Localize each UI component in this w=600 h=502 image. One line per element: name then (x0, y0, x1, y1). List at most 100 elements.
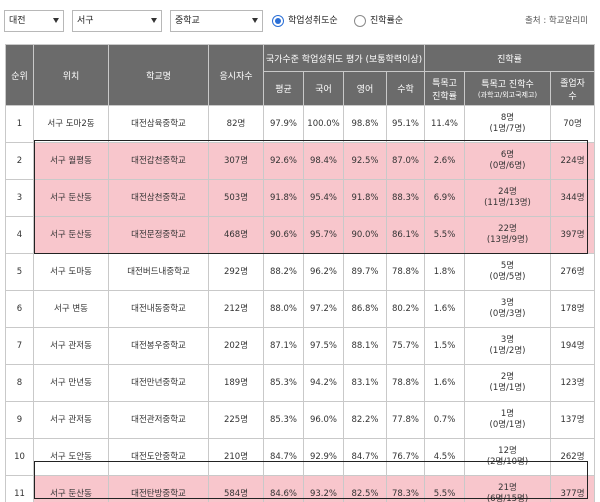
row-school: 대전갑천중학교 (108, 142, 209, 180)
special-count-total: 5명 (500, 261, 515, 271)
row-english: 83.1% (343, 364, 387, 402)
special-count-total: 21명 (498, 483, 517, 493)
sort-achievement-label[interactable]: 학업성취도순 (288, 15, 338, 27)
row-special-rate: 0.7% (424, 401, 465, 439)
row-english: 88.1% (343, 327, 387, 365)
row-applicants: 503명 (208, 179, 264, 217)
special-count-detail: (0명/6명) (489, 161, 526, 171)
row-math: 77.8% (386, 401, 425, 439)
sort-achievement-radio[interactable] (272, 15, 284, 27)
special-count-detail: (1명/2명) (489, 346, 526, 356)
special-count-total: 22명 (498, 224, 517, 234)
table-row: 9 서구 관저동 대전관저중학교 225명 85.3% 96.0% 82.2% 77.8% 0.… (5, 401, 596, 439)
row-math: 87.0% (386, 142, 425, 180)
chevron-down-icon (252, 18, 258, 23)
row-english: 91.8% (343, 179, 387, 217)
chevron-down-icon (53, 18, 59, 23)
special-count-detail: (1명/1명) (489, 383, 526, 393)
row-english: 90.0% (343, 216, 387, 254)
row-special-count: 3명 (0명/3명) (464, 290, 551, 328)
header-achievement-group: 국가수준 학업성취도 평가 (보통학력이상) (263, 44, 425, 72)
row-korean: 96.0% (303, 401, 344, 439)
row-special-count: 8명 (1명/7명) (464, 105, 551, 143)
district-select[interactable]: 서구 (72, 10, 162, 32)
row-math: 86.1% (386, 216, 425, 254)
region-select-value: 대전 (9, 16, 26, 26)
row-school: 대전봉우중학교 (108, 327, 209, 365)
row-korean: 96.2% (303, 253, 344, 291)
row-average: 84.7% (263, 438, 304, 476)
row-special-count: 22명 (13명/9명) (464, 216, 551, 254)
row-english: 84.7% (343, 438, 387, 476)
row-applicants: 307명 (208, 142, 264, 180)
special-count-total: 12명 (498, 446, 517, 456)
row-special-rate: 1.8% (424, 253, 465, 291)
row-korean: 93.2% (303, 475, 344, 502)
row-graduates: 123명 (549, 364, 596, 402)
header-special-rate-line1: 특목고 (432, 78, 457, 89)
region-select[interactable]: 대전 (4, 10, 64, 32)
row-applicants: 584명 (208, 475, 264, 502)
special-count-total: 3명 (500, 298, 515, 308)
header-korean: 국어 (303, 71, 344, 106)
special-count-total: 3명 (500, 335, 515, 345)
row-school: 대전삼천중학교 (108, 179, 209, 217)
header-average: 평균 (263, 71, 304, 106)
header-school: 학교명 (108, 44, 209, 106)
row-applicants: 468명 (208, 216, 264, 254)
row-school: 대전내동중학교 (108, 290, 209, 328)
row-english: 92.5% (343, 142, 387, 180)
row-rank: 6 (5, 290, 34, 328)
table-row: 10 서구 도안동 대전도안중학교 210명 84.7% 92.9% 84.7% 76.7% 4… (5, 438, 596, 476)
row-school: 대전관저중학교 (108, 401, 209, 439)
row-special-rate: 1.5% (424, 327, 465, 365)
row-english: 82.2% (343, 401, 387, 439)
row-english: 82.5% (343, 475, 387, 502)
header-math: 수학 (386, 71, 425, 106)
school-level-select[interactable]: 중학교 (170, 10, 263, 32)
special-count-detail: (2명/10명) (486, 457, 529, 467)
row-graduates: 377명 (549, 475, 596, 502)
row-rank: 11 (5, 475, 34, 502)
sort-admission-radio[interactable] (354, 15, 366, 27)
row-rank: 8 (5, 364, 34, 402)
row-korean: 94.2% (303, 364, 344, 402)
row-english: 98.8% (343, 105, 387, 143)
table-row: 4 서구 둔산동 대전문정중학교 468명 90.6% 95.7% 90.0% 86.1% 5.… (5, 216, 596, 254)
row-school: 대전만년중학교 (108, 364, 209, 402)
row-school: 대전문정중학교 (108, 216, 209, 254)
row-location: 서구 월평동 (33, 142, 109, 180)
row-korean: 92.9% (303, 438, 344, 476)
sort-admission-label[interactable]: 진학률순 (370, 15, 403, 27)
row-rank: 5 (5, 253, 34, 291)
header-location: 위치 (33, 44, 109, 106)
row-school: 대전삼육중학교 (108, 105, 209, 143)
row-korean: 95.7% (303, 216, 344, 254)
row-school: 대전탄방중학교 (108, 475, 209, 502)
row-average: 87.1% (263, 327, 304, 365)
row-korean: 100.0% (303, 105, 344, 143)
row-special-rate: 1.6% (424, 290, 465, 328)
special-count-total: 1명 (500, 409, 515, 419)
row-math: 78.8% (386, 253, 425, 291)
header-special-count-line1: 특목고 진학수 (481, 80, 534, 90)
header-graduates-line2: 수 (568, 91, 577, 102)
table-row: 7 서구 관저동 대전봉우중학교 202명 87.1% 97.5% 88.1% 75.7% 1.… (5, 327, 596, 365)
chevron-down-icon (151, 18, 157, 23)
row-applicants: 189명 (208, 364, 264, 402)
row-applicants: 202명 (208, 327, 264, 365)
header-special-count-line2: (과학고/외고국제고) (477, 91, 538, 99)
filter-bar: 대전 서구 중학교 학업성취도순 진학률순 출처 : 학교알리미 (4, 10, 596, 32)
header-english: 영어 (343, 71, 387, 106)
row-korean: 98.4% (303, 142, 344, 180)
row-special-count: 6명 (0명/6명) (464, 142, 551, 180)
row-average: 85.3% (263, 401, 304, 439)
row-special-rate: 5.5% (424, 216, 465, 254)
row-special-rate: 5.5% (424, 475, 465, 502)
row-math: 88.3% (386, 179, 425, 217)
row-english: 89.7% (343, 253, 387, 291)
row-special-count: 5명 (0명/5명) (464, 253, 551, 291)
special-count-total: 6명 (500, 150, 515, 160)
school-ranking-table: 순위 위치 학교명 응시자수 국가수준 학업성취도 평가 (보통학력이상) 진학… (5, 44, 596, 502)
table-row: 5 서구 도마동 대전버드내중학교 292명 88.2% 96.2% 89.7% 78.8% 1… (5, 253, 596, 291)
